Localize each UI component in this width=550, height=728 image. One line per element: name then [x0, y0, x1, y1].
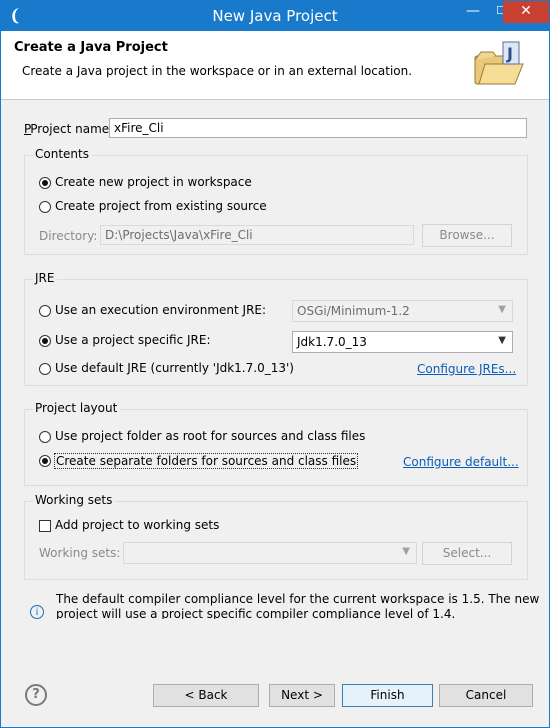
- execution-env-select[interactable]: OSGi/Minimum-1.2 ▼: [292, 300, 513, 322]
- directory-input[interactable]: D:\Projects\Java\xFire_Cli: [100, 225, 414, 245]
- execution-env-label[interactable]: Use an execution environment JRE:: [55, 303, 266, 317]
- info-icon: i: [30, 605, 44, 619]
- working-sets-select[interactable]: ▼: [123, 542, 417, 564]
- new-project-radio[interactable]: [39, 177, 51, 189]
- project-specific-jre-select[interactable]: Jdk1.7.0_13 ▼: [292, 331, 513, 353]
- project-root-label[interactable]: Use project folder as root for sources a…: [55, 429, 365, 443]
- contents-group-title: Contents: [33, 147, 92, 161]
- chevron-down-icon: ▼: [498, 304, 506, 315]
- select-working-sets-button[interactable]: Select...: [422, 542, 512, 565]
- configure-default-link[interactable]: Configure default...: [403, 455, 519, 469]
- execution-env-radio[interactable]: [39, 305, 51, 317]
- chevron-down-icon: ▼: [402, 546, 410, 557]
- next-button[interactable]: Next >: [269, 684, 335, 707]
- existing-source-label[interactable]: Create project from existing source: [55, 199, 267, 213]
- jre-group-title: JRE: [33, 271, 58, 285]
- existing-source-radio[interactable]: [39, 201, 51, 213]
- close-button[interactable]: ✕: [503, 1, 549, 23]
- cancel-button[interactable]: Cancel: [439, 684, 533, 707]
- add-to-working-sets-label[interactable]: Add project to working sets: [55, 518, 219, 532]
- configure-jres-link[interactable]: Configure JREs...: [417, 362, 516, 376]
- working-sets-group: Working sets: [24, 493, 528, 580]
- browse-button[interactable]: Browse...: [422, 224, 512, 247]
- separate-folders-radio[interactable]: [39, 455, 51, 467]
- project-specific-jre-radio[interactable]: [39, 335, 51, 347]
- new-project-label[interactable]: Create new project in workspace: [55, 175, 252, 189]
- default-jre-label[interactable]: Use default JRE (currently 'Jdk1.7.0_13'…: [55, 361, 294, 375]
- dialog-window: New Java Project — ☐ ✕ Create a Java Pro…: [0, 0, 550, 728]
- add-to-working-sets-checkbox[interactable]: [39, 520, 51, 532]
- page-title: Create a Java Project: [14, 40, 168, 55]
- page-description: Create a Java project in the workspace o…: [22, 64, 413, 78]
- project-name-input[interactable]: xFire_Cli: [109, 118, 527, 138]
- title-bar[interactable]: New Java Project — ☐ ✕: [1, 1, 549, 31]
- wizard-header: Create a Java Project Create a Java proj…: [1, 31, 549, 100]
- info-message-line1: The default compiler compliance level fo…: [56, 592, 540, 606]
- project-layout-group-title: Project layout: [33, 401, 121, 415]
- default-jre-radio[interactable]: [39, 363, 51, 375]
- svg-text:J: J: [506, 44, 513, 63]
- help-icon[interactable]: ?: [25, 684, 47, 706]
- project-specific-jre-value: Jdk1.7.0_13: [297, 335, 367, 349]
- separate-folders-label[interactable]: Create separate folders for sources and …: [54, 453, 359, 469]
- minimize-button[interactable]: —: [459, 1, 487, 23]
- info-message-line2: project will use a project specific comp…: [56, 607, 456, 619]
- back-button[interactable]: < Back: [153, 684, 259, 707]
- working-sets-group-title: Working sets: [33, 493, 116, 507]
- execution-env-value: OSGi/Minimum-1.2: [297, 304, 410, 318]
- wizard-body: PProject name: xFire_Cli Contents Create…: [1, 100, 549, 727]
- directory-label: Directory:: [39, 229, 98, 243]
- working-sets-label: Working sets:: [39, 546, 121, 560]
- project-layout-group: Project layout: [24, 401, 528, 486]
- project-specific-jre-label[interactable]: Use a project specific JRE:: [55, 333, 211, 347]
- project-root-radio[interactable]: [39, 431, 51, 443]
- chevron-down-icon: ▼: [498, 335, 506, 346]
- project-name-label-text: Project name:: [30, 122, 114, 136]
- java-project-banner-icon: J: [474, 41, 524, 85]
- finish-button[interactable]: Finish: [342, 684, 433, 707]
- project-name-label: PProject name:: [24, 122, 114, 136]
